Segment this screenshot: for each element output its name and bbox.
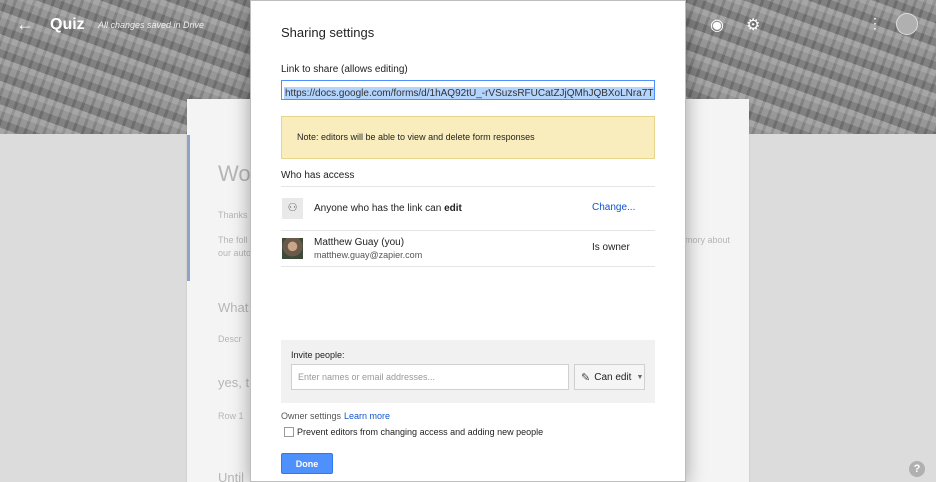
owner-role: Is owner xyxy=(592,242,630,253)
saved-status: All changes saved in Drive xyxy=(98,20,205,30)
question-title-2: Until xyxy=(218,470,245,482)
form-description-2: The foll xyxy=(218,235,248,245)
divider xyxy=(281,266,655,267)
prevent-editors-checkbox[interactable] xyxy=(284,427,294,437)
permission-label: Can edit xyxy=(594,371,632,383)
who-has-access-label: Who has access xyxy=(281,170,355,181)
dialog-title: Sharing settings xyxy=(281,25,375,40)
answer-text: yes, t xyxy=(218,375,250,390)
form-description-right: mory about xyxy=(685,235,731,245)
permission-dropdown[interactable]: ✎ Can edit ▼ xyxy=(574,364,645,390)
link-access-text: Anyone who has the link can edit xyxy=(314,203,462,214)
chevron-down-icon: ▼ xyxy=(636,373,644,381)
link-label: Link to share (allows editing) xyxy=(281,64,408,75)
app-title: Quiz xyxy=(50,16,85,33)
invite-panel: Invite people: ✎ Can edit ▼ xyxy=(281,340,655,403)
prevent-editors-label: Prevent editors from changing access and… xyxy=(297,427,544,437)
owner-settings-label: Owner settings xyxy=(281,411,342,421)
sharing-settings-dialog: Sharing settings Link to share (allows e… xyxy=(250,0,686,482)
question-title: What xyxy=(218,300,249,315)
owner-email: matthew.guay@zapier.com xyxy=(314,250,423,260)
pencil-icon: ✎ xyxy=(581,371,591,384)
change-access-link[interactable]: Change... xyxy=(592,202,635,213)
question-description: Descr xyxy=(218,334,242,344)
link-sharing-icon: ⚇ xyxy=(282,198,303,219)
share-link-text: https://docs.google.com/forms/d/1hAQ92tU… xyxy=(284,87,654,99)
preview-eye-icon[interactable]: ◉ xyxy=(710,15,724,35)
form-title: Wo xyxy=(218,161,251,186)
back-arrow-icon[interactable]: ← xyxy=(16,14,34,35)
help-icon[interactable]: ? xyxy=(909,461,925,477)
gear-icon[interactable]: ⚙ xyxy=(746,15,760,35)
link-access-level: edit xyxy=(444,203,462,214)
invite-label: Invite people: xyxy=(291,350,345,360)
divider xyxy=(281,186,655,187)
invite-input[interactable] xyxy=(291,364,569,390)
form-description-1: Thanks xyxy=(218,210,248,220)
account-avatar[interactable] xyxy=(896,13,918,35)
form-description-3: our auto xyxy=(218,248,252,258)
form-card-accent xyxy=(187,135,190,281)
done-button[interactable]: Done xyxy=(281,453,333,474)
divider xyxy=(281,230,655,231)
owner-name: Matthew Guay (you) xyxy=(314,237,405,248)
more-vert-icon[interactable]: ⋮ xyxy=(868,15,882,32)
learn-more-link[interactable]: Learn more xyxy=(344,411,390,421)
share-link-field[interactable]: https://docs.google.com/forms/d/1hAQ92tU… xyxy=(281,80,655,100)
editor-note-banner: Note: editors will be able to view and d… xyxy=(281,116,655,159)
grid-row-label: Row 1 xyxy=(218,411,244,421)
user-avatar xyxy=(282,238,303,259)
